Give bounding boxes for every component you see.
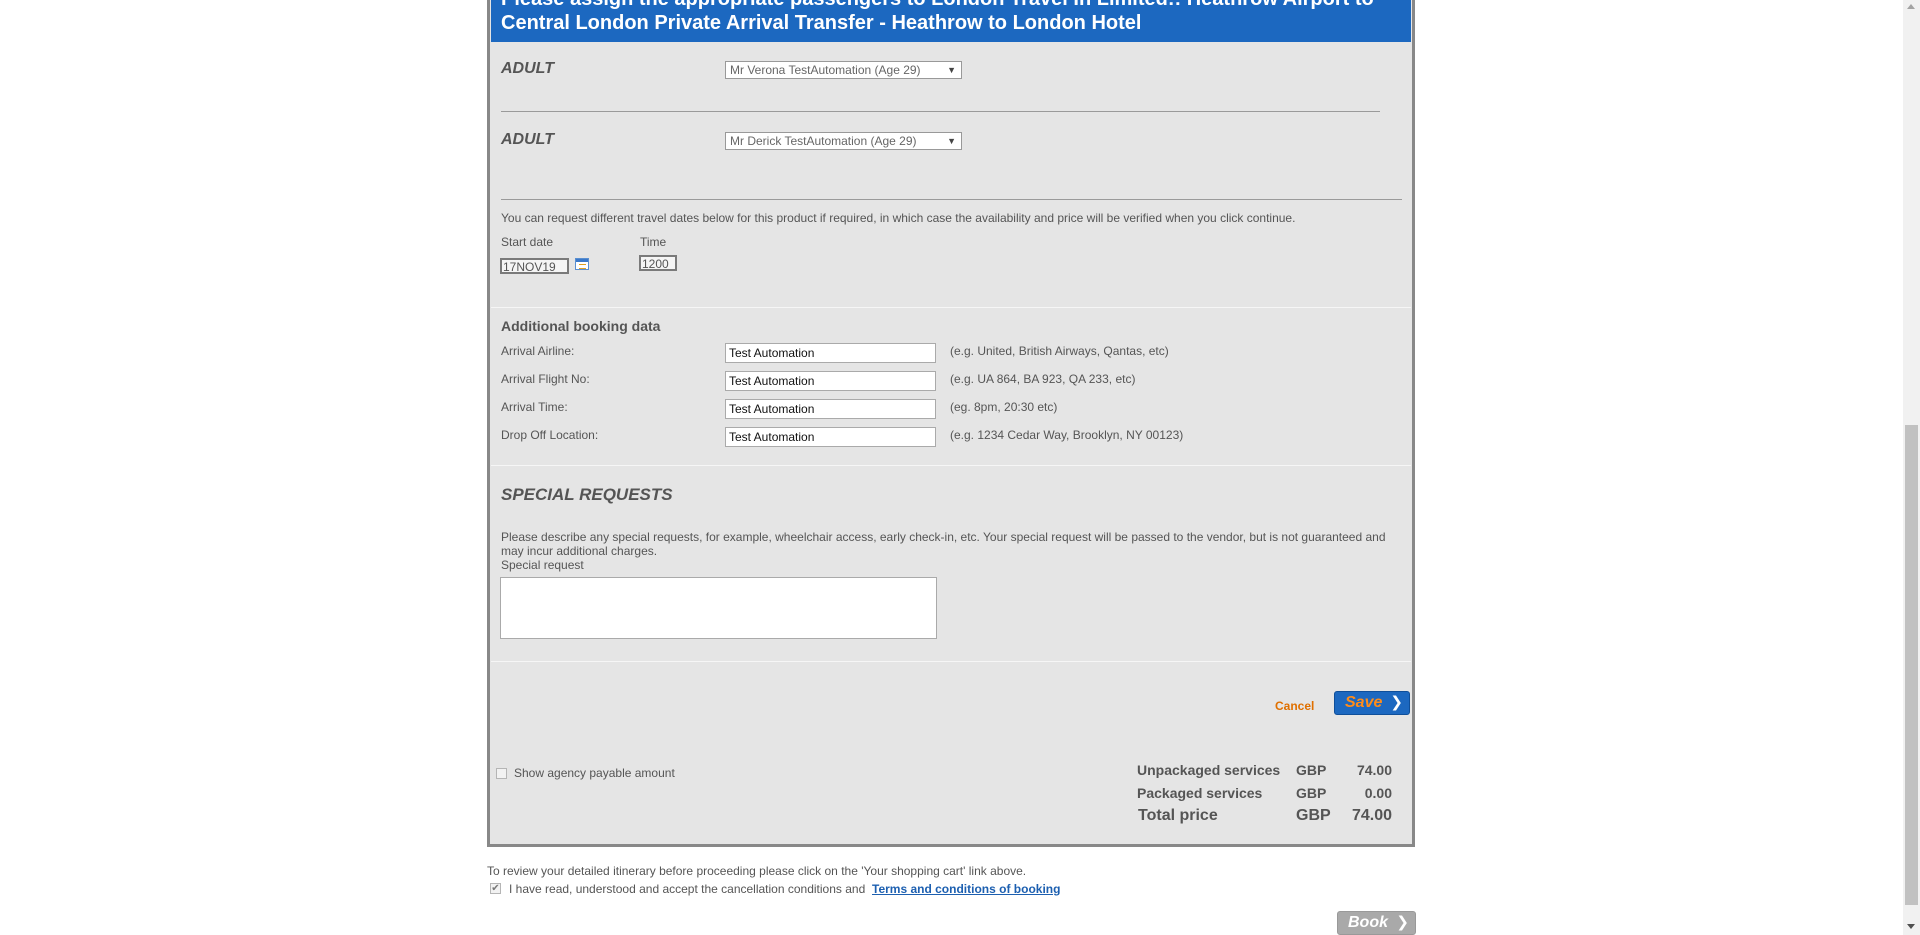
book-button-label: Book: [1348, 914, 1388, 931]
total-price-currency: GBP: [1296, 807, 1331, 824]
agency-amount-label: Show agency payable amount: [514, 766, 675, 780]
arrival-time-hint: (eg. 8pm, 20:30 etc): [950, 400, 1058, 414]
chevron-down-icon: ▼: [947, 136, 956, 146]
save-button[interactable]: Save ❯: [1334, 691, 1410, 715]
chevron-right-icon: ❯: [1396, 914, 1409, 931]
start-date-input[interactable]: 17NOV19: [500, 258, 569, 274]
accept-terms-checkbox[interactable]: ✔: [490, 883, 501, 894]
scroll-down-icon[interactable]: [1907, 924, 1915, 929]
passenger-type-label: ADULT: [501, 131, 555, 148]
special-requests-description: Please describe any special requests, fo…: [501, 530, 1386, 558]
panel-title: Please assign the appropriate passengers…: [501, 0, 1374, 34]
arrival-time-input[interactable]: Test Automation: [725, 399, 936, 419]
passenger-select-value: Mr Derick TestAutomation (Age 29): [730, 134, 917, 148]
save-button-label: Save: [1345, 694, 1383, 711]
booking-data-title: Additional booking data: [501, 318, 661, 334]
scroll-up-icon[interactable]: [1907, 4, 1915, 9]
packaged-services-currency: GBP: [1296, 785, 1327, 801]
passenger-type-label: ADULT: [501, 60, 555, 77]
passenger-select[interactable]: Mr Verona TestAutomation (Age 29) ▼: [725, 61, 962, 79]
divider: [491, 465, 1411, 466]
packaged-services-amount: 0.00: [1364, 785, 1392, 801]
calendar-icon[interactable]: [575, 258, 589, 270]
arrival-flight-label: Arrival Flight No:: [501, 372, 590, 386]
passenger-select-value: Mr Verona TestAutomation (Age 29): [730, 63, 921, 77]
start-date-label: Start date: [501, 235, 554, 249]
arrival-airline-hint: (e.g. United, British Airways, Qantas, e…: [950, 344, 1169, 358]
packaged-services-label: Packaged services: [1137, 785, 1263, 801]
time-label: Time: [640, 235, 667, 249]
drop-off-hint: (e.g. 1234 Cedar Way, Brooklyn, NY 00123…: [950, 428, 1184, 442]
accept-terms-text: I have read, understood and accept the c…: [509, 882, 866, 896]
divider: [501, 111, 1380, 112]
total-price-label: Total price: [1138, 807, 1218, 824]
page-scrollbar[interactable]: [1903, 0, 1920, 935]
arrival-airline-input[interactable]: Test Automation: [725, 343, 936, 363]
drop-off-label: Drop Off Location:: [501, 428, 599, 442]
special-request-label: Special request: [501, 558, 584, 572]
arrival-airline-label: Arrival Airline:: [501, 344, 575, 358]
total-price-amount: 74.00: [1351, 807, 1392, 824]
divider: [501, 199, 1402, 200]
arrival-flight-hint: (e.g. UA 864, BA 923, QA 233, etc): [950, 372, 1136, 386]
agency-amount-checkbox[interactable]: [496, 768, 507, 779]
chevron-down-icon: ▼: [947, 65, 956, 75]
book-button[interactable]: Book ❯: [1337, 911, 1416, 935]
unpackaged-services-amount: 74.00: [1356, 762, 1392, 778]
chevron-right-icon: ❯: [1390, 694, 1403, 711]
passenger-assignment-panel: [487, 0, 1415, 847]
divider: [491, 661, 1411, 662]
special-requests-title: SPECIAL REQUESTS: [501, 485, 673, 504]
terms-link[interactable]: Terms and conditions of booking: [872, 882, 1060, 896]
arrival-flight-input[interactable]: Test Automation: [725, 371, 936, 391]
arrival-time-label: Arrival Time:: [501, 400, 568, 414]
unpackaged-services-currency: GBP: [1296, 762, 1327, 778]
passenger-select[interactable]: Mr Derick TestAutomation (Age 29) ▼: [725, 132, 962, 150]
date-change-info: You can request different travel dates b…: [501, 211, 1296, 225]
cancel-link[interactable]: Cancel: [1275, 699, 1314, 713]
scrollbar-thumb[interactable]: [1905, 425, 1918, 905]
panel-header: Please assign the appropriate passengers…: [491, 0, 1411, 42]
special-request-textarea[interactable]: [500, 577, 937, 639]
time-input[interactable]: 1200: [639, 255, 677, 271]
drop-off-input[interactable]: Test Automation: [725, 427, 936, 447]
review-itinerary-text: To review your detailed itinerary before…: [487, 864, 1027, 878]
unpackaged-services-label: Unpackaged services: [1137, 762, 1281, 778]
divider: [491, 307, 1411, 308]
